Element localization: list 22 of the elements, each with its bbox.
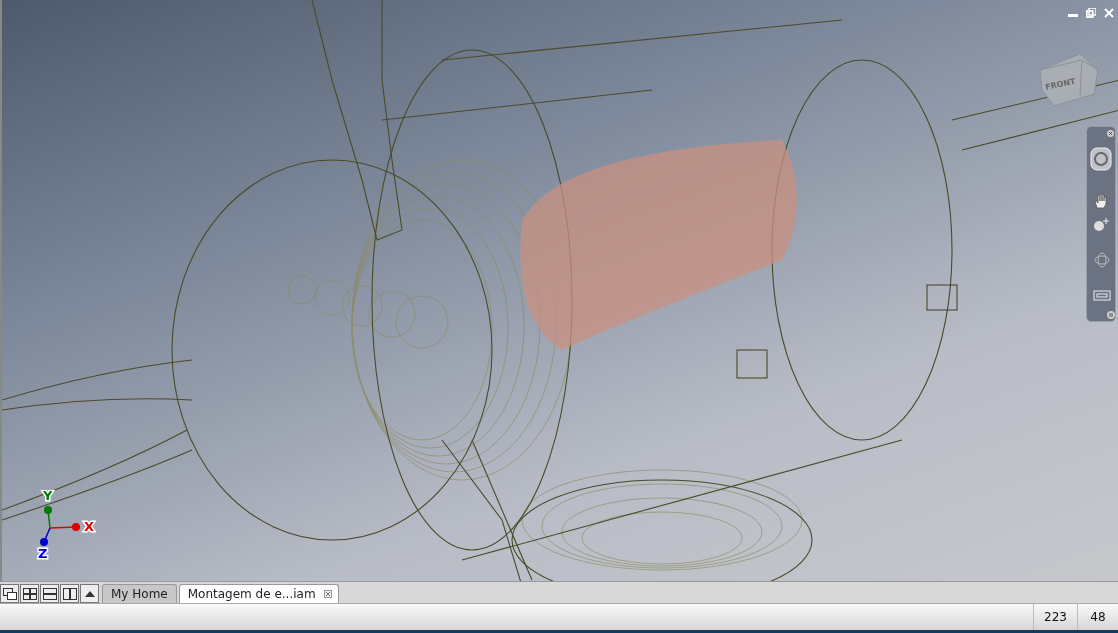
document-tab[interactable]: Montagem de e...iam <box>178 584 339 603</box>
close-icon[interactable] <box>323 590 332 598</box>
status-count: 48 <box>1077 604 1118 630</box>
zoom-icon[interactable] <box>1093 217 1111 233</box>
restore-icon[interactable] <box>1086 8 1096 18</box>
tile-windows-button[interactable] <box>20 584 39 603</box>
arrange-up-button[interactable] <box>80 584 99 603</box>
cascade-windows-button[interactable] <box>0 584 19 603</box>
view-cube-label: FRONT <box>1044 76 1077 92</box>
pan-hand-icon[interactable] <box>1094 193 1108 209</box>
tile-horizontal-button[interactable] <box>40 584 59 603</box>
view-face-icon[interactable] <box>1093 287 1111 301</box>
axis-label: Z <box>38 546 48 561</box>
close-icon[interactable] <box>1107 130 1114 137</box>
document-tab[interactable]: My Home <box>102 584 177 603</box>
status-count: 223 <box>1033 604 1077 630</box>
orbit-icon[interactable] <box>1093 251 1111 269</box>
axis-label: X <box>84 519 95 534</box>
axis-label: Y <box>43 490 53 503</box>
tile-vertical-button[interactable] <box>60 584 79 603</box>
steering-wheel-icon[interactable] <box>1090 147 1112 171</box>
caret-up-icon <box>84 590 95 597</box>
